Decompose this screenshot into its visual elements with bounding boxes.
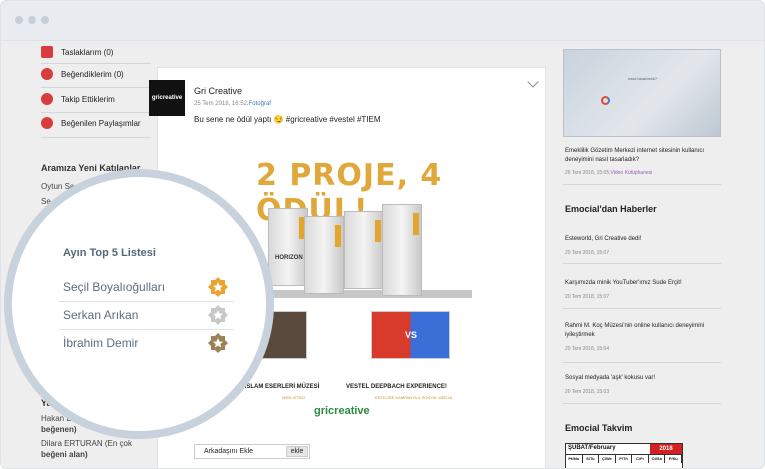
project-subcaption: ENTEGRE KAMPANYA & SOSYAL MEDYA	[375, 395, 453, 400]
video-caption-link[interactable]: Emeklilik Gözetim Merkezi internet sites…	[565, 147, 723, 165]
weekday-label: Ct/Sa	[649, 455, 666, 463]
sidebar-item-liked-posts[interactable]: Beğenilen Paylaşımlar	[41, 112, 141, 134]
weekday-label: Pt/Mo	[566, 455, 583, 463]
news-link[interactable]: Esteworld, Gri Creative dedi!	[565, 235, 641, 244]
video-category-link[interactable]: Video Kütüphanesi	[611, 170, 653, 176]
gold-star-badge-icon	[208, 277, 228, 297]
post-author[interactable]: Gri Creative	[194, 86, 242, 96]
top5-entry-name[interactable]: Serkan Arıkan	[63, 308, 138, 322]
vs-label: VS	[405, 330, 418, 340]
weekday-label: S/Tu	[583, 455, 600, 463]
add-friend-button[interactable]: ekle	[286, 446, 308, 457]
member-name[interactable]: Dilara ERTURAN (En çok	[41, 438, 132, 449]
news-link[interactable]: Karşımızda minik YouTuber'ımız Sude Erçi…	[565, 279, 682, 288]
member-note: beğeni alan)	[41, 450, 88, 459]
weekday-label: P/Su	[665, 455, 683, 463]
trophy-icon	[304, 216, 344, 294]
loading-spinner-icon	[601, 96, 610, 105]
news-link[interactable]: Sosyal medyada 'aşk' kokusu var!	[565, 374, 655, 383]
calendar-month: ŞUBAT/February	[568, 445, 616, 451]
trophy-label: HORIZON	[275, 255, 303, 261]
post-date: 25 Tem 2018, 16:52,Fotoğraf	[194, 101, 271, 107]
post-date-text: 25 Tem 2018, 16:52,	[194, 101, 249, 107]
silver-star-badge-icon	[208, 305, 228, 325]
weekday-label: P/Th	[616, 455, 633, 463]
right-sidebar: nasıl tasarladık? Emeklilik Gözetim Merk…	[563, 41, 723, 468]
calendar-weekdays: Pt/Mo S/Tu Ç/We P/Th C/Fr Ct/Sa P/Su	[566, 454, 683, 463]
member-note: beğenen)	[41, 425, 77, 434]
divider	[563, 403, 721, 404]
weekday-label: C/Fr	[632, 455, 649, 463]
news-link[interactable]: Rahmi M. Koç Müzesi'nin online kullanıcı…	[565, 322, 715, 340]
project-caption: E İSLAM ESERLERİ MÜZESİ	[239, 384, 320, 390]
divider	[563, 362, 721, 363]
sidebar-item-drafts[interactable]: Taslaklarım (0)	[41, 41, 113, 63]
weekday-label: Ç/We	[599, 455, 616, 463]
magnifier-overlay	[4, 169, 274, 439]
video-date-text: 26 Tem 2018, 15:05,	[565, 170, 611, 176]
comment-icon	[41, 46, 53, 58]
sidebar-item-following[interactable]: Takip Ettiklerim	[41, 88, 115, 110]
calendar-header: ŞUBAT/February 2018	[566, 444, 682, 454]
news-date: 20 Tem 2018, 15:03	[565, 389, 610, 395]
project-caption: VESTEL DEEPBACH EXPERIENCE!	[346, 384, 447, 390]
top5-entry-name[interactable]: İbrahim Demir	[63, 336, 138, 350]
post-category-link[interactable]: Fotoğraf	[249, 101, 271, 107]
add-friend-label: Arkadaşını Ekle	[204, 448, 254, 455]
bronze-star-badge-icon	[208, 333, 228, 353]
trophy-icon: HORIZON	[268, 208, 308, 286]
sidebar-item-label: Beğenilen Paylaşımlar	[61, 118, 141, 128]
news-date: 20 Tem 2018, 15:07	[565, 250, 610, 256]
project-thumbnail[interactable]: VS	[371, 311, 450, 359]
calendar[interactable]: ŞUBAT/February 2018 Pt/Mo S/Tu Ç/We P/Th…	[565, 443, 683, 468]
divider	[59, 301, 234, 302]
divider	[563, 308, 721, 309]
calendar-year: 2018	[650, 444, 682, 454]
add-friend-field[interactable]: Arkadaşını Ekle ekle	[194, 444, 310, 459]
project-subcaption: WEB SİTESİ	[282, 395, 305, 400]
video-thumbnail[interactable]: nasıl tasarladık?	[563, 49, 721, 137]
window-titlebar	[1, 1, 764, 41]
divider	[563, 184, 721, 185]
top5-entry-name[interactable]: Seçil Boyalıoğulları	[63, 280, 165, 294]
divider	[41, 137, 151, 138]
browser-window: Taslaklarım (0) Beğendiklerim (0) Takip …	[0, 0, 765, 469]
window-dot-icon[interactable]	[28, 16, 36, 24]
author-avatar[interactable]: gricreative	[149, 80, 185, 116]
news-date: 20 Tem 2018, 15:04	[565, 346, 610, 352]
window-dot-icon[interactable]	[15, 16, 23, 24]
target-icon	[41, 93, 53, 105]
star-icon	[41, 117, 53, 129]
award-shelf	[262, 290, 472, 298]
sidebar-item-label: Taslaklarım (0)	[61, 47, 114, 57]
sidebar-item-label: Beğendiklerim (0)	[61, 69, 124, 79]
chevron-down-icon[interactable]	[527, 76, 539, 88]
sidebar-item-likes[interactable]: Beğendiklerim (0)	[41, 63, 124, 85]
video-date: 26 Tem 2018, 15:05,Video Kütüphanesi	[565, 170, 652, 176]
heart-icon	[41, 68, 53, 80]
top5-title: Ayın Top 5 Listesi	[63, 247, 156, 259]
news-heading: Emocial'dan Haberler	[565, 204, 657, 214]
news-date: 20 Tem 2018, 15:07	[565, 294, 610, 300]
sidebar-item-label: Takip Ettiklerim	[61, 94, 115, 104]
divider	[563, 263, 721, 264]
trophy-icon	[344, 211, 384, 289]
calendar-heading: Emocial Takvim	[565, 423, 633, 433]
window-dot-icon[interactable]	[41, 16, 49, 24]
divider	[59, 329, 234, 330]
brand-logo: gricreative	[314, 405, 370, 417]
post-text: Bu sene ne ödül yaptı 😏 #gricreative #ve…	[194, 115, 381, 124]
trophy-icon	[382, 204, 422, 296]
video-title: nasıl tasarladık?	[628, 76, 658, 81]
